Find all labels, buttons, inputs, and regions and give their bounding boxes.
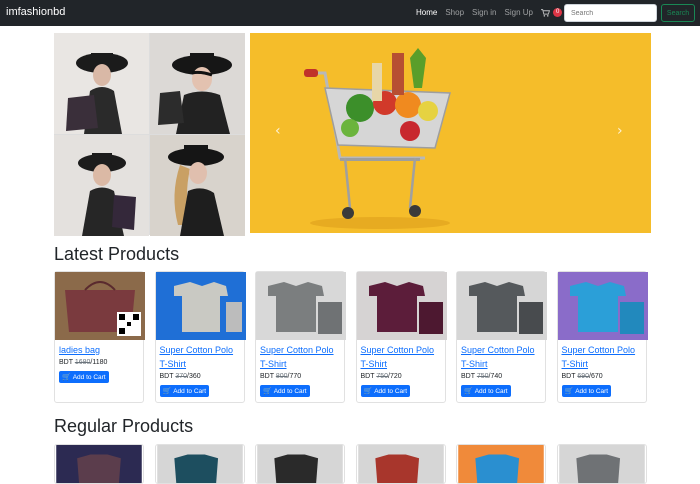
product-image[interactable] (255, 444, 345, 484)
cart-icon (540, 8, 550, 17)
add-to-cart-button[interactable]: 🛒 Add to Cart (159, 385, 210, 397)
collage-photo-bottom-left (54, 135, 149, 236)
latest-products-heading: Latest Products (54, 244, 180, 264)
nav-links: Home Shop Sign in Sign Up 0 (416, 8, 563, 17)
product-card: Super Cotton Polo T-Shirt BDT 370/360 🛒 A… (154, 271, 246, 403)
add-to-cart-button[interactable]: 🛒 Add to Cart (59, 371, 109, 383)
nav-link-home[interactable]: Home (416, 8, 437, 17)
cart-icon: 🛒 (564, 387, 574, 395)
collage-photo-top-left (54, 33, 149, 134)
product-price: BDT 800/770 (260, 373, 302, 380)
product-card: Super Cotton Polo T-Shirt BDT 750/740 🛒 A… (456, 271, 547, 403)
add-to-cart-button[interactable]: 🛒 Add to Cart (461, 385, 511, 397)
nav-link-sign-up[interactable]: Sign Up (505, 8, 533, 17)
product-price: BDT 690/670 (561, 373, 603, 380)
search-input[interactable] (564, 4, 657, 22)
shopping-cart-image (250, 33, 651, 233)
product-title-link[interactable]: ladies bag (59, 343, 139, 357)
collage-photo-top-right (150, 33, 245, 134)
add-to-cart-button[interactable]: 🛒 Add to Cart (360, 385, 411, 397)
add-to-cart-button[interactable]: 🛒 Add to Cart (561, 385, 612, 397)
product-image[interactable] (155, 272, 246, 340)
chevron-left-icon[interactable]: ‹ (275, 123, 281, 139)
chevron-right-icon[interactable]: › (617, 123, 623, 139)
product-card: Super Cotton Polo T-Shirt BDT 800/770 🛒 A… (255, 271, 346, 403)
search-button[interactable]: Search (661, 4, 695, 22)
hero-collage (54, 33, 245, 236)
product-title-link[interactable]: Super Cotton Polo T-Shirt (461, 343, 541, 371)
regular-products-heading: Regular Products (54, 416, 194, 436)
navbar: imfashionbd Home Shop Sign in Sign Up 0 … (0, 0, 700, 26)
add-to-cart-button[interactable]: 🛒 Add to Cart (260, 385, 310, 397)
cart-icon: 🛒 (162, 387, 172, 395)
product-image[interactable] (54, 444, 144, 484)
cart-icon: 🛒 (363, 387, 373, 395)
cart-icon: 🛒 (464, 387, 473, 395)
brand-logo[interactable]: imfashionbd (6, 6, 65, 18)
product-image[interactable] (256, 272, 346, 340)
product-title-link[interactable]: Super Cotton Polo T-Shirt (562, 343, 642, 371)
cart-icon: 🛒 (62, 373, 71, 381)
product-image[interactable] (556, 444, 647, 484)
product-image[interactable] (557, 272, 648, 340)
product-image[interactable] (55, 272, 145, 340)
product-card: ladies bag BDT 1680/1180 🛒 Add to Cart (54, 271, 145, 403)
product-price: BDT 750/720 (360, 373, 402, 380)
product-price: BDT 750/740 (461, 373, 503, 380)
product-image[interactable] (457, 272, 547, 340)
cart-link[interactable]: 0 (540, 8, 563, 17)
cart-count-badge: 0 (552, 8, 563, 17)
cart-icon: 🛒 (263, 387, 272, 395)
product-price: BDT 370/360 (159, 373, 201, 380)
product-card: Super Cotton Polo T-Shirt BDT 690/670 🛒 A… (556, 271, 648, 403)
collage-photo-bottom-right (150, 135, 245, 236)
product-title-link[interactable]: Super Cotton Polo T-Shirt (361, 343, 441, 371)
product-image[interactable] (456, 444, 546, 484)
product-image[interactable] (355, 444, 446, 484)
latest-products-list: ladies bag BDT 1680/1180 🛒 Add to Cart Su… (54, 271, 657, 403)
hero-carousel[interactable]: ‹ › (250, 33, 651, 233)
regular-products-list (54, 444, 657, 484)
product-title-link[interactable]: Super Cotton Polo T-Shirt (260, 343, 340, 371)
product-image[interactable] (154, 444, 245, 484)
product-card: Super Cotton Polo T-Shirt BDT 750/720 🛒 A… (355, 271, 447, 403)
product-image[interactable] (356, 272, 447, 340)
product-price: BDT 1680/1180 (59, 359, 108, 366)
nav-link-sign-in[interactable]: Sign in (472, 8, 496, 17)
nav-link-shop[interactable]: Shop (445, 8, 464, 17)
product-title-link[interactable]: Super Cotton Polo T-Shirt (160, 343, 240, 371)
